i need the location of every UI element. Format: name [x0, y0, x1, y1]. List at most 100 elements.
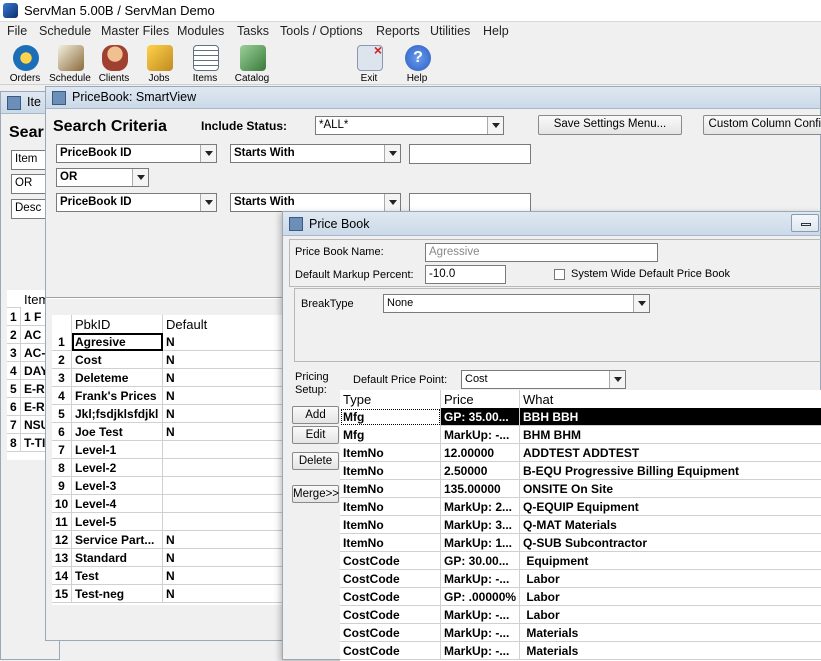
type-cell: CostCode [340, 624, 441, 642]
save-settings-button[interactable]: Save Settings Menu... [538, 115, 682, 135]
col-header-default[interactable]: Default [163, 315, 284, 333]
price-book-name-input[interactable]: Agressive [425, 243, 658, 262]
menu-master-files[interactable]: Master Files [101, 24, 169, 38]
app-title: ServMan 5.00B / ServMan Demo [24, 3, 215, 18]
table-row[interactable]: CostCode GP: 30.00... Equipment [340, 552, 821, 570]
row-number: 3 [52, 369, 72, 387]
table-row[interactable]: 9 Level-3 [52, 477, 284, 495]
toolbar-exit-button[interactable]: × Exit [347, 41, 391, 85]
edit-button[interactable]: Edit [292, 426, 339, 444]
chevron-down-icon[interactable] [200, 145, 216, 162]
table-row[interactable]: 4 Frank's Prices N [52, 387, 284, 405]
chevron-down-icon[interactable] [609, 371, 625, 388]
price-cell: MarkUp: 3... [441, 516, 520, 534]
what-cell: Equipment [520, 552, 821, 570]
table-row[interactable]: Mfg GP: 35.00... BBH BBH [340, 408, 821, 426]
table-row[interactable]: ItemNo MarkUp: 3... Q-MAT Materials [340, 516, 821, 534]
table-row[interactable]: ItemNo 135.00000 ONSITE On Site [340, 480, 821, 498]
criteria-value-input-2[interactable] [409, 193, 531, 213]
toolbar-clients-button[interactable]: Clients [92, 41, 136, 85]
breaktype-label: BreakType [301, 298, 354, 310]
table-row[interactable]: 7 Level-1 [52, 441, 284, 459]
toolbar-jobs-button[interactable]: Jobs [137, 41, 181, 85]
col-header-price[interactable]: Price [441, 390, 520, 408]
menu-tasks[interactable]: Tasks [237, 24, 269, 38]
criteria-value-input-1[interactable] [409, 144, 531, 164]
menu-tools-options[interactable]: Tools / Options [280, 24, 363, 38]
table-row[interactable]: 2 Cost N [52, 351, 284, 369]
table-row[interactable]: 8 Level-2 [52, 459, 284, 477]
table-row[interactable]: 10 Level-4 [52, 495, 284, 513]
criteria-field-select-2[interactable]: PriceBook ID [56, 193, 217, 212]
menu-modules[interactable]: Modules [177, 24, 224, 38]
chevron-down-icon[interactable] [384, 145, 400, 162]
pbkid-cell: Level-4 [72, 495, 163, 513]
price-book-name-label: Price Book Name: [295, 246, 384, 258]
chevron-down-icon[interactable] [200, 194, 216, 211]
row-number: 10 [52, 495, 72, 513]
table-row[interactable]: 15 Test-neg N [52, 585, 284, 603]
app-logo-icon [3, 3, 18, 18]
what-cell: B-EQU Progressive Billing Equipment [520, 462, 821, 480]
table-row[interactable]: ItemNo 2.50000 B-EQU Progressive Billing E… [340, 462, 821, 480]
table-row[interactable]: Mfg MarkUp: -... BHM BHM [340, 426, 821, 444]
criteria-field-value: PriceBook ID [60, 196, 132, 208]
table-row[interactable]: CostCode MarkUp: -... Labor [340, 606, 821, 624]
merge-button[interactable]: Merge>> [292, 485, 339, 503]
criteria-connector-select[interactable]: OR [56, 168, 149, 187]
system-default-checkbox[interactable] [554, 269, 565, 280]
delete-button[interactable]: Delete [292, 452, 339, 470]
toolbar-catalog-button[interactable]: Catalog [230, 41, 274, 85]
table-row[interactable]: 1 Agresive N [52, 333, 284, 351]
criteria-field-select-1[interactable]: PriceBook ID [56, 144, 217, 163]
search-criteria-heading: Search Criteria [53, 118, 167, 135]
add-button[interactable]: Add [292, 406, 339, 424]
table-row[interactable]: 13 Standard N [52, 549, 284, 567]
table-row[interactable]: CostCode MarkUp: -... Materials [340, 624, 821, 642]
custom-column-config-button[interactable]: Custom Column Config [703, 115, 821, 135]
table-row[interactable]: CostCode GP: .00000% Labor [340, 588, 821, 606]
chevron-down-icon[interactable] [132, 169, 148, 186]
menubar: File Schedule Master Files Modules Tasks… [0, 22, 821, 41]
default-price-point-select[interactable]: Cost [461, 370, 626, 389]
col-header-what[interactable]: What [520, 390, 821, 408]
type-cell: ItemNo [340, 444, 441, 462]
table-row[interactable]: 6 Joe Test N [52, 423, 284, 441]
table-row[interactable]: CostCode MarkUp: -... Labor [340, 570, 821, 588]
criteria-operator-select-2[interactable]: Starts With [230, 193, 401, 212]
menu-utilities[interactable]: Utilities [430, 24, 470, 38]
table-row[interactable]: 12 Service Part... N [52, 531, 284, 549]
chevron-down-icon[interactable] [384, 194, 400, 211]
minimize-button[interactable] [791, 214, 819, 232]
menu-help[interactable]: Help [483, 24, 509, 38]
breaktype-select[interactable]: None [383, 294, 650, 313]
what-cell: Labor [520, 588, 821, 606]
col-header-type[interactable]: Type [340, 390, 441, 408]
price-book-window[interactable]: Price Book Price Book Name: Agressive De… [282, 211, 821, 661]
table-row[interactable]: 14 Test N [52, 567, 284, 585]
what-cell: ONSITE On Site [520, 480, 821, 498]
toolbar-help-button[interactable]: ? Help [395, 41, 439, 85]
table-row[interactable]: ItemNo 12.00000 ADDTEST ADDTEST [340, 444, 821, 462]
table-row[interactable]: 11 Level-5 [52, 513, 284, 531]
table-row[interactable]: ItemNo MarkUp: 1... Q-SUB Subcontractor [340, 534, 821, 552]
table-row[interactable]: 3 Deleteme N [52, 369, 284, 387]
toolbar-schedule-button[interactable]: Schedule [48, 41, 92, 85]
menu-schedule[interactable]: Schedule [39, 24, 91, 38]
markup-percent-input[interactable]: -10.0 [425, 265, 506, 284]
row-number: 5 [7, 380, 21, 398]
menu-file[interactable]: File [7, 24, 27, 38]
menu-reports[interactable]: Reports [376, 24, 420, 38]
table-row[interactable]: CostCode MarkUp: -... Materials [340, 642, 821, 660]
table-row[interactable]: 5 Jkl;fsdjklsfdjkl N [52, 405, 284, 423]
toolbar-items-button[interactable]: Items [183, 41, 227, 85]
chevron-down-icon[interactable] [633, 295, 649, 312]
include-status-select[interactable]: *ALL* [315, 116, 504, 135]
toolbar-catalog-label: Catalog [234, 73, 270, 84]
chevron-down-icon[interactable] [487, 117, 503, 134]
table-row[interactable]: ItemNo MarkUp: 2... Q-EQUIP Equipment [340, 498, 821, 516]
toolbar-schedule-label: Schedule [49, 73, 91, 84]
toolbar-orders-button[interactable]: Orders [3, 41, 47, 85]
col-header-pbkid[interactable]: PbkID [72, 315, 163, 333]
criteria-operator-select-1[interactable]: Starts With [230, 144, 401, 163]
